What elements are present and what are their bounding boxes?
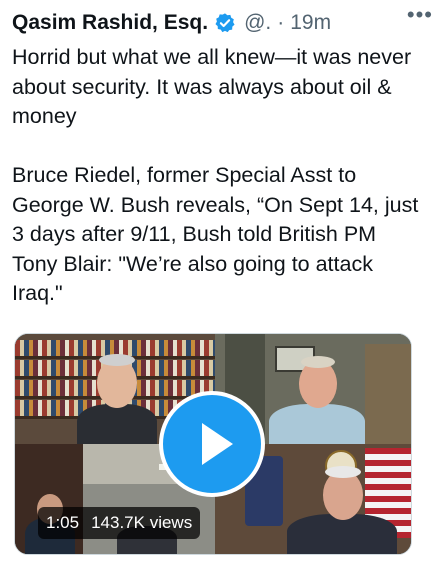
verified-badge-icon (215, 13, 235, 33)
tweet-text: Horrid but what we all knew—it was never… (12, 43, 422, 309)
tweet-header: Qasim Rashid, Esq. @. · 19m (12, 6, 427, 40)
tweet-paragraph: Horrid but what we all knew—it was never… (12, 45, 412, 128)
video-meta-overlay: 1:05 143.7K views (38, 507, 201, 539)
author-name[interactable]: Qasim Rashid, Esq. (12, 11, 208, 35)
more-options-icon[interactable]: ••• (407, 4, 433, 26)
separator-dot: · (277, 11, 285, 34)
tweet-timestamp[interactable]: 19m (290, 11, 331, 35)
author-handle[interactable]: @. (244, 11, 271, 35)
video-duration: 1:05 (46, 513, 80, 532)
video-view-count: 143.7K views (91, 513, 193, 532)
video-player[interactable]: 1:05 143.7K views (14, 333, 412, 555)
play-icon (202, 423, 233, 465)
play-button[interactable] (159, 391, 265, 497)
tweet-paragraph: Bruce Riedel, former Special Asst to Geo… (12, 163, 419, 305)
